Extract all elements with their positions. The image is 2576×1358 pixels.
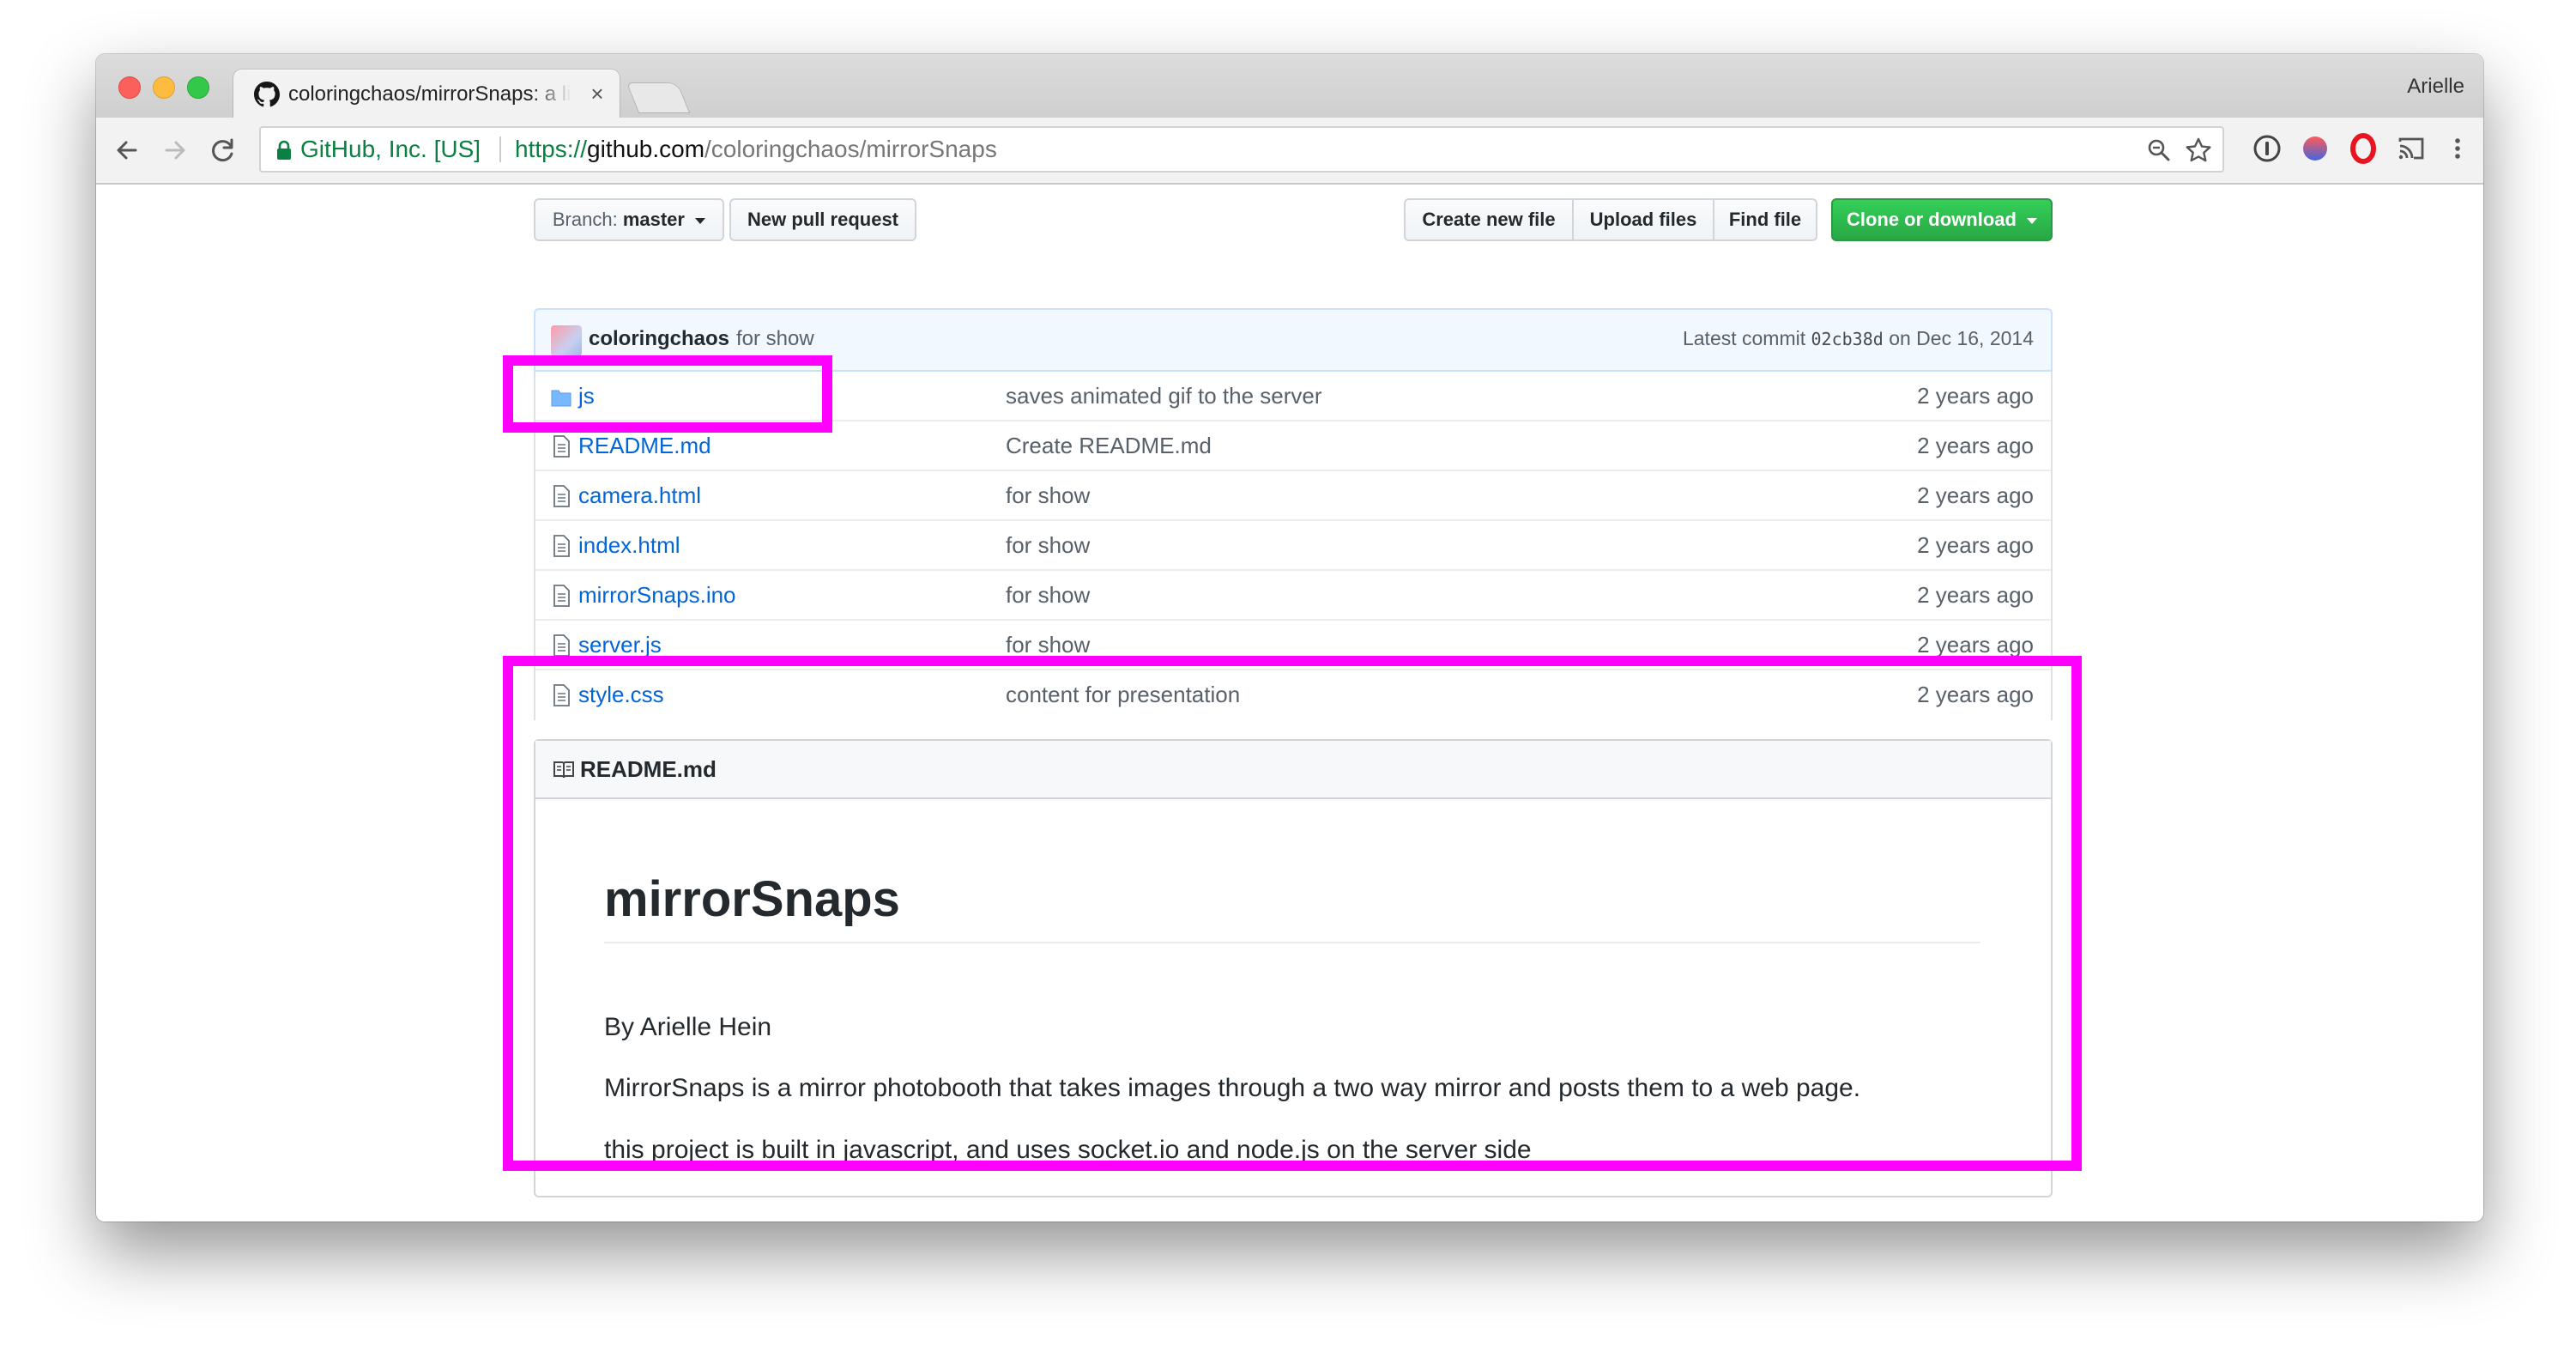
title-bar: coloringchaos/mirrorSnaps: a little magi… [96,54,2483,118]
latest-commit-label: Latest commit [1682,327,1806,349]
clone-or-download-button[interactable]: Clone or download [1831,198,2053,241]
readme-heading: mirrorSnaps [604,870,1980,943]
file-name-link[interactable]: js [578,372,595,420]
file-row[interactable]: server.js for show 2 years ago [535,621,2051,670]
file-commit-message[interactable]: for show [1006,621,1090,669]
file-commit-message[interactable]: for show [1006,521,1090,569]
window-minimize-button[interactable] [153,76,175,99]
readme-paragraph-tech: this project is built in javascript, and… [604,1136,1532,1164]
file-name-link[interactable]: style.css [578,670,664,718]
readme-header: README.md [535,741,2051,799]
github-logo-icon [254,82,280,107]
readme-panel: README.md mirrorSnaps By Arielle Hein Mi… [534,739,2053,1197]
caret-down-icon [2027,217,2038,224]
folder-icon [551,390,571,407]
url-scheme: https:// [515,136,588,162]
file-commit-message[interactable]: content for presentation [1006,670,1240,718]
star-icon[interactable] [2185,136,2212,164]
url-host: github.com [587,136,705,162]
opera-extension-icon[interactable] [2348,133,2379,164]
new-tab-button[interactable] [627,83,689,112]
file-name-link[interactable]: index.html [578,521,680,569]
url-text[interactable]: https://github.com/coloringchaos/mirrorS… [515,128,997,171]
file-age: 2 years ago [1917,632,2034,658]
branch-name: master [622,209,685,230]
find-file-button[interactable]: Find file [1713,198,1817,241]
file-age: 2 years ago [1917,682,2034,707]
avatar[interactable] [551,325,582,356]
file-icon [553,684,570,706]
file-age: 2 years ago [1917,383,2034,409]
readme-header-title: README.md [580,756,717,782]
branch-select-button[interactable]: Branch: master [534,198,724,241]
file-icon [553,535,570,557]
readme-paragraph-description: MirrorSnaps is a mirror photobooth that … [604,1074,1861,1102]
file-row[interactable]: js saves animated gif to the server 2 year… [535,372,2051,421]
cast-icon[interactable] [2396,133,2427,164]
file-name-link[interactable]: README.md [578,421,711,470]
commit-message[interactable]: for show [736,327,814,351]
file-age: 2 years ago [1917,582,2034,608]
new-pull-request-button[interactable]: New pull request [729,198,916,241]
branch-label: Branch: [552,209,618,230]
file-commit-message[interactable]: for show [1006,571,1090,619]
file-name-link[interactable]: server.js [578,621,662,669]
file-row[interactable]: mirrorSnaps.ino for show 2 years ago [535,571,2051,621]
file-icon [553,634,570,657]
file-age: 2 years ago [1917,532,2034,558]
upload-files-button[interactable]: Upload files [1572,198,1714,241]
menu-icon[interactable] [2442,133,2473,164]
file-commit-message[interactable]: for show [1006,471,1090,519]
latest-commit-bar: coloringchaos for show Latest commit 02c… [534,308,2053,372]
file-age: 2 years ago [1917,433,2034,458]
file-icon [553,435,570,458]
browser-tab-active[interactable]: coloringchaos/mirrorSnaps: a little magi… [233,70,620,118]
book-icon [553,761,574,779]
caret-down-icon [695,217,706,224]
reload-icon[interactable] [206,133,240,167]
browser-toolbar: GitHub, Inc. [US] https://github.com/col… [96,118,2483,185]
window-maximize-button[interactable] [187,76,209,99]
file-age: 2 years ago [1917,482,2034,508]
tab-close-icon[interactable]: × [585,80,609,107]
commit-date: on Dec 16, 2014 [1889,327,2034,349]
file-row[interactable]: README.md Create README.md 2 years ago [535,421,2051,471]
file-row[interactable]: style.css content for presentation 2 years… [535,670,2051,720]
lock-icon [277,140,291,160]
info-extension-icon[interactable] [2252,133,2283,164]
file-row[interactable]: camera.html for show 2 years ago [535,471,2051,521]
zoom-icon[interactable] [2145,136,2173,164]
file-row[interactable]: index.html for show 2 years ago [535,521,2051,571]
back-icon[interactable] [110,133,144,167]
window-close-button[interactable] [118,76,141,99]
url-path: /coloringchaos/mirrorSnaps [704,136,997,162]
profile-name[interactable]: Arielle [2407,75,2464,99]
file-list: js saves animated gif to the server 2 year… [534,372,2053,720]
file-name-link[interactable]: mirrorSnaps.ino [578,571,736,619]
commit-sha[interactable]: 02cb38d [1811,329,1884,349]
profile-extension-icon[interactable] [2300,133,2331,164]
file-commit-message[interactable]: saves animated gif to the server [1006,372,1322,420]
latest-commit-info: Latest commit 02cb38d on Dec 16, 2014 [1683,327,2034,350]
page-content: Branch: master New pull request Create n… [96,185,2483,1222]
file-icon [553,585,570,607]
tab-title: coloringchaos/mirrorSnaps: a little magi… [288,82,571,106]
file-icon [553,485,570,507]
address-separator [499,136,501,162]
readme-paragraph-author: By Arielle Hein [604,1013,772,1041]
file-commit-message[interactable]: Create README.md [1006,421,1212,470]
create-new-file-button[interactable]: Create new file [1404,198,1574,241]
browser-window: coloringchaos/mirrorSnaps: a little magi… [96,54,2483,1222]
file-name-link[interactable]: camera.html [578,471,701,519]
address-bar[interactable]: GitHub, Inc. [US] https://github.com/col… [259,126,2224,173]
clone-or-download-label: Clone or download [1846,209,2017,230]
forward-icon[interactable] [158,133,192,167]
commit-author[interactable]: coloringchaos [589,327,729,351]
ev-certificate-name[interactable]: GitHub, Inc. [US] [300,128,481,171]
